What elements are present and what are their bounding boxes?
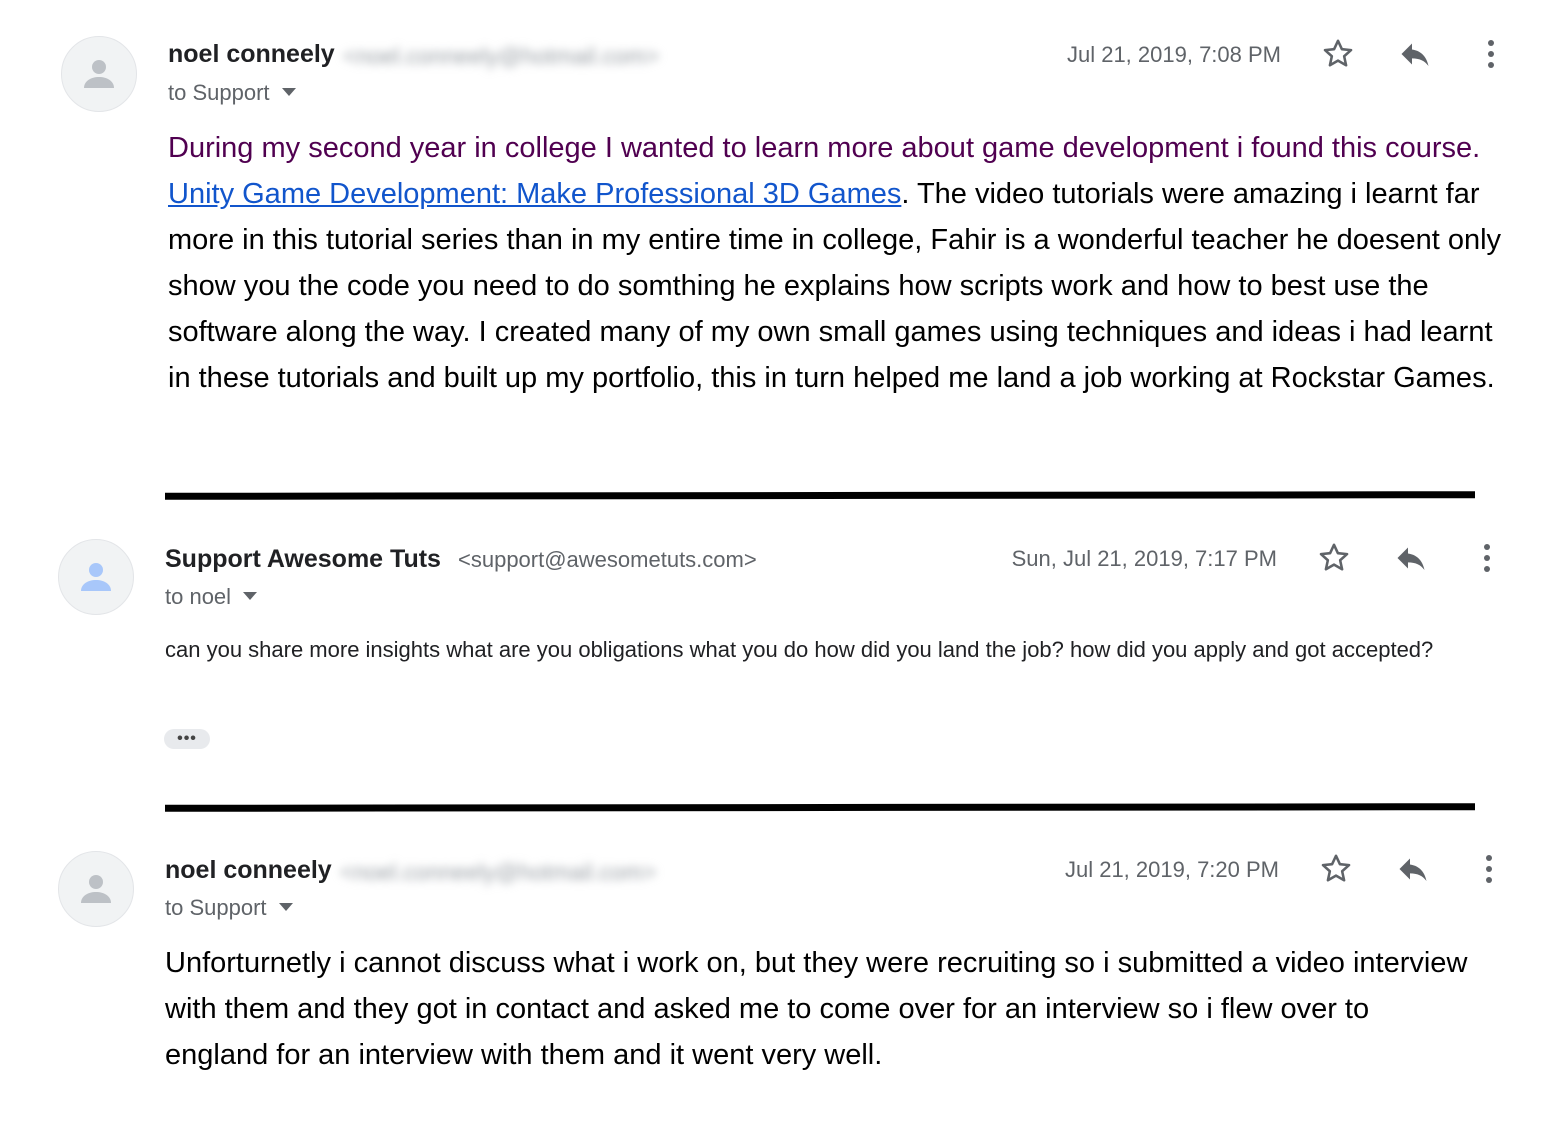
message-body: Unforturnetly i cannot discuss what i wo… (165, 947, 1468, 1071)
more-vert-icon (1486, 855, 1492, 883)
recipient-line[interactable]: to Support (165, 895, 293, 921)
star-button[interactable] (1314, 847, 1358, 891)
star-button[interactable] (1312, 536, 1356, 580)
reply-button[interactable] (1391, 847, 1435, 891)
message-body: During my second year in college I wante… (168, 125, 1513, 401)
divider-1 (164, 491, 1476, 500)
reply-button[interactable] (1389, 536, 1433, 580)
sender-avatar[interactable] (58, 851, 134, 927)
recipient-label: to noel (165, 584, 232, 609)
more-vert-icon (1484, 544, 1490, 572)
recipient-label: to Support (165, 895, 267, 920)
message-body: can you share more insights what are you… (165, 637, 1434, 662)
person-icon (81, 875, 111, 903)
chevron-down-icon[interactable] (281, 88, 296, 97)
sender-avatar[interactable] (58, 539, 134, 615)
chevron-down-icon[interactable] (278, 903, 293, 912)
person-icon (84, 60, 114, 88)
star-icon (1319, 543, 1349, 571)
course-link[interactable]: Unity Game Development: Make Professiona… (168, 178, 901, 210)
show-trimmed-content-button[interactable]: ••• (164, 729, 210, 749)
sender-email: <support@awesometuts.com> (458, 547, 757, 572)
recipient-line[interactable]: to Support (168, 80, 296, 106)
sender-email: <noel.conneely@hotmail.com> (340, 859, 657, 885)
star-icon (1321, 854, 1351, 882)
sender-email: <noel.conneely@hotmail.com> (343, 43, 660, 69)
more-options-button[interactable] (1469, 32, 1513, 76)
recipient-line[interactable]: to noel (165, 584, 258, 610)
reply-button[interactable] (1393, 32, 1437, 76)
message-date[interactable]: Jul 21, 2019, 7:20 PM (1065, 857, 1279, 883)
recipient-label: to Support (168, 80, 270, 105)
star-icon (1323, 39, 1353, 67)
sender-name[interactable]: noel conneely (165, 856, 332, 885)
quoted-intro: During my second year in college I wante… (168, 132, 1481, 164)
chevron-down-icon[interactable] (243, 592, 258, 601)
reply-icon (1399, 858, 1427, 881)
more-options-button[interactable] (1465, 536, 1509, 580)
message-paragraph: Unity Game Development: Make Professiona… (168, 171, 1513, 401)
more-vert-icon (1488, 40, 1494, 68)
person-icon (81, 563, 111, 591)
message-date[interactable]: Jul 21, 2019, 7:08 PM (1067, 42, 1281, 68)
sender-name[interactable]: noel conneely (168, 40, 335, 69)
message-text: . The video tutorials were amazing i lea… (168, 178, 1502, 394)
more-options-button[interactable] (1467, 847, 1511, 891)
sender-avatar[interactable] (61, 36, 137, 112)
sender-name[interactable]: Support Awesome Tuts (165, 545, 441, 574)
star-button[interactable] (1316, 32, 1360, 76)
reply-icon (1401, 43, 1429, 66)
reply-icon (1397, 547, 1425, 570)
divider-2 (164, 803, 1476, 812)
message-date[interactable]: Sun, Jul 21, 2019, 7:17 PM (1012, 546, 1277, 572)
